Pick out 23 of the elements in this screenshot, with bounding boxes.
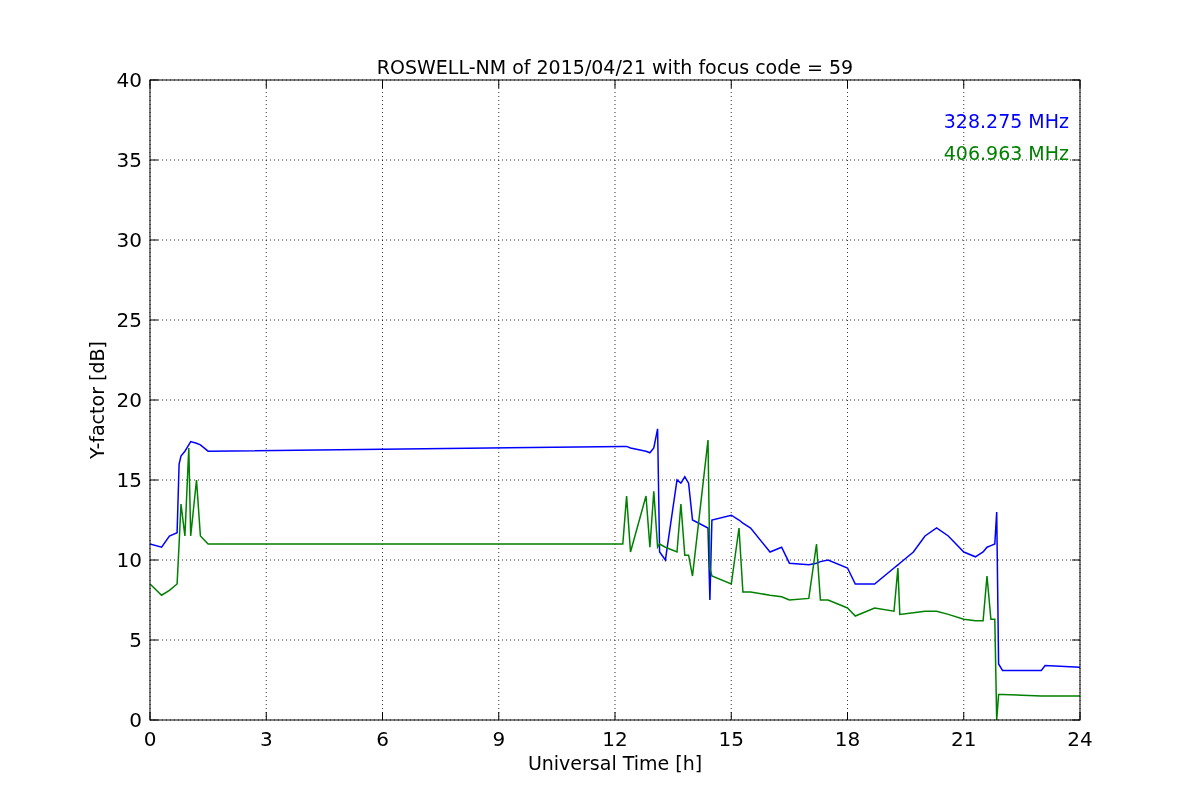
tick-label: 6 — [376, 727, 389, 751]
axis-label: Universal Time [h] — [527, 752, 703, 774]
legend-label: 328.275 MHz — [943, 110, 1069, 132]
tick-label: 40 — [116, 68, 142, 92]
tick-label: 30 — [116, 228, 142, 252]
tick-label: 12 — [602, 727, 628, 751]
tick-label: 35 — [116, 148, 142, 172]
tick-label: 20 — [116, 388, 142, 412]
axis-label: Y-factor [dB] — [86, 341, 108, 459]
tick-label: 3 — [259, 727, 273, 751]
tick-label: 24 — [1067, 727, 1093, 751]
tick-label: 25 — [116, 308, 142, 332]
tick-label: 21 — [951, 727, 977, 751]
tick-label: 10 — [116, 548, 142, 572]
legend-label: 406.963 MHz — [943, 142, 1069, 164]
tick-label: 9 — [492, 727, 506, 751]
tick-label: 0 — [129, 708, 142, 732]
tick-label: 18 — [834, 727, 861, 751]
tick-label: 15 — [718, 727, 744, 751]
chart-title: ROSWELL-NM of 2015/04/21 with focus code = 59 — [376, 56, 854, 78]
tick-label: 5 — [129, 628, 142, 652]
tick-label: 0 — [143, 727, 157, 751]
tick-label: 15 — [116, 468, 142, 492]
